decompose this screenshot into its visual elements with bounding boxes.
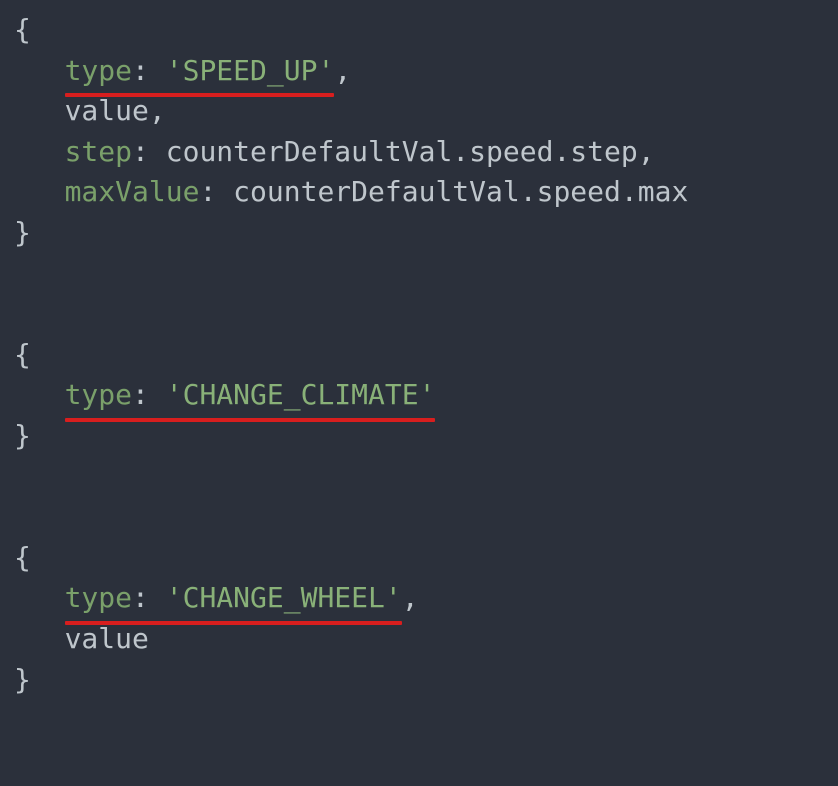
brace-close: } [14, 663, 31, 696]
colon: : [132, 581, 149, 614]
colon: : [132, 378, 149, 411]
colon: : [199, 175, 216, 208]
code-block: { type: 'SPEED_UP', value, step: counter… [0, 0, 838, 710]
string-change-climate: 'CHANGE_CLIMATE' [166, 378, 436, 411]
brace-open: { [14, 13, 31, 46]
ident-value: value, [65, 94, 166, 127]
expr-max: counterDefaultVal.speed.max [216, 175, 688, 208]
colon: : [132, 135, 149, 168]
comma: , [334, 54, 351, 87]
key-step: step [65, 135, 132, 168]
brace-close: } [14, 419, 31, 452]
comma: , [402, 581, 419, 614]
brace-close: } [14, 216, 31, 249]
key-type: type [65, 581, 132, 614]
ident-value: value [65, 622, 149, 655]
key-type: type [65, 378, 132, 411]
key-type: type [65, 54, 132, 87]
underline-change-wheel: type: 'CHANGE_WHEEL' [65, 578, 402, 619]
underline-change-climate: type: 'CHANGE_CLIMATE' [65, 375, 436, 416]
expr-step: counterDefaultVal.speed.step, [149, 135, 655, 168]
string-change-wheel: 'CHANGE_WHEEL' [166, 581, 402, 614]
string-speed-up: 'SPEED_UP' [166, 54, 335, 87]
underline-speed-up: type: 'SPEED_UP' [65, 51, 335, 92]
colon: : [132, 54, 149, 87]
brace-open: { [14, 338, 31, 371]
key-maxvalue: maxValue [65, 175, 200, 208]
brace-open: { [14, 541, 31, 574]
